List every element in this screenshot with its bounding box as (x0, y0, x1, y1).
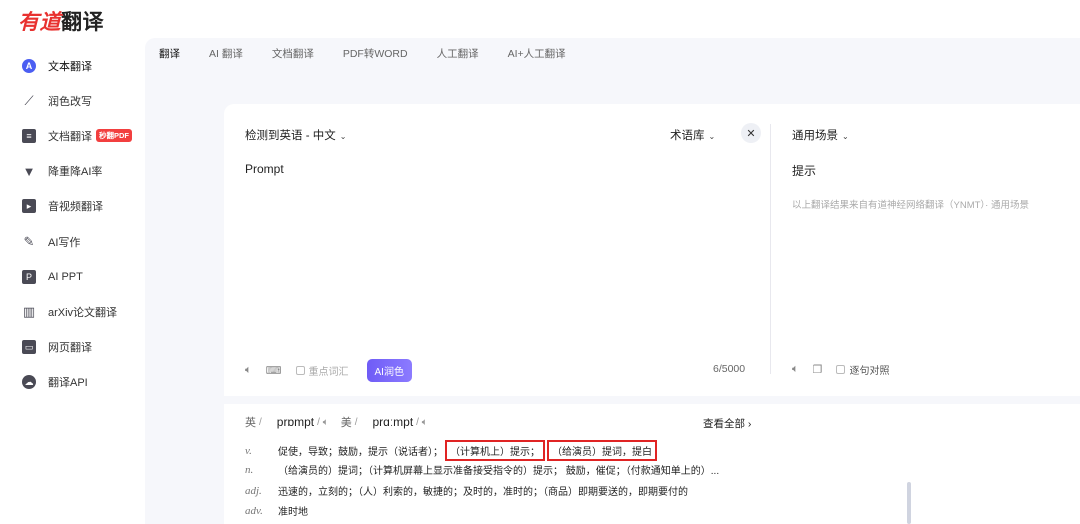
sidebar-item-text-translate[interactable]: A 文本翻译 (0, 48, 145, 83)
sidebar-item-arxiv[interactable]: ▥ arXiv论文翻译 (0, 294, 145, 329)
speaker-icon[interactable]: 🔈︎ (792, 363, 799, 376)
key-vocab-checkbox[interactable]: 重点词汇 (295, 363, 349, 378)
translation-output: 提示 (792, 164, 817, 178)
sidebar-item-label: 文本翻译 (48, 60, 92, 73)
uk-label: 英 (245, 417, 256, 429)
close-icon: ✕ (746, 127, 756, 140)
dictionary-scrollbar[interactable] (907, 482, 911, 524)
tab-pdf-to-word[interactable]: PDF转WORD (343, 46, 408, 61)
source-input[interactable]: Prompt (245, 162, 284, 176)
scene-label: 通用场景 (792, 130, 838, 142)
definition-row: adv. 准时地 (245, 503, 308, 519)
definition-text: 准时地 (278, 507, 308, 518)
pdf-badge: 秒翻PDF (96, 129, 132, 143)
a-circle-icon: A (22, 58, 36, 73)
tab-translate[interactable]: 翻译 (159, 46, 180, 61)
language-label: 检测到英语 - 中文 (245, 130, 336, 142)
translation-source-note: 以上翻译结果来自有道神经网络翻译（YNMT）· 通用场景 (792, 200, 1029, 211)
term-library-dropdown[interactable]: 术语库 ⌄ (670, 127, 715, 143)
definition-text: 迅速的，立刻的；（人）利索的，敏捷的；及时的，准时的；（商品）即期要送的，即期要… (278, 487, 688, 498)
chevron-down-icon: ⌄ (842, 132, 849, 141)
dictionary-panel: 英 / prɒmpt / 🔈︎ 美 / prɑːmpt / 🔈︎ 查看全部 › … (224, 404, 1080, 524)
sidebar-item-api[interactable]: ☁ 翻译API (0, 365, 145, 400)
copy-icon[interactable]: ❐ (813, 363, 823, 376)
sidebar-item-label: 音视频翻译 (48, 201, 103, 214)
checkbox-icon (295, 366, 305, 375)
sidebar-item-doc-translate[interactable]: ≡ 文档翻译 秒翻PDF (0, 118, 145, 153)
sidebar-item-label: 翻译API (48, 377, 88, 390)
webpage-icon: ▭ (22, 340, 36, 355)
app-logo[interactable]: 有道翻译 (18, 6, 104, 36)
tab-ai-translate[interactable]: AI 翻译 (209, 46, 243, 61)
part-of-speech: n. (245, 463, 254, 476)
sidebar-item-label: AI写作 (48, 236, 81, 249)
tab-doc-translate[interactable]: 文档翻译 (272, 46, 314, 61)
key-vocab-label: 重点词汇 (308, 367, 349, 378)
language-selector[interactable]: 检测到英语 - 中文 ⌄ (245, 127, 346, 143)
document-icon: ≡ (22, 128, 36, 143)
definition-row: v. 促使，导致；鼓励，提示（说话者）； （计算机上）提示； （给演员）提词，提… (245, 440, 657, 461)
us-label: 美 (340, 417, 352, 429)
top-tabs: 翻译 AI 翻译 文档翻译 PDF转WORD 人工翻译 AI+人工翻译 (159, 46, 595, 61)
part-of-speech: v. (245, 444, 252, 457)
main-panel: 翻译 AI 翻译 文档翻译 PDF转WORD 人工翻译 AI+人工翻译 检测到英… (145, 38, 1080, 524)
sidebar-item-ai-ppt[interactable]: P AI PPT (0, 259, 145, 294)
sidebar-item-label: AI PPT (48, 270, 83, 283)
us-phonetic: prɑːmpt (372, 415, 414, 429)
part-of-speech: adv. (245, 504, 263, 517)
sidebar-item-reduce-ai[interactable]: ▼ 降重降AI率 (0, 154, 145, 189)
see-all-link[interactable]: 查看全部 › (703, 416, 751, 431)
scene-dropdown[interactable]: 通用场景 ⌄ (792, 127, 849, 143)
uk-speaker-icon[interactable]: / 🔈︎ (317, 417, 329, 428)
sidebar-item-polish[interactable]: ⟋ 润色改写 (0, 83, 145, 118)
sentence-align-label: 逐句对照 (849, 366, 890, 377)
chevron-down-icon: ⌄ (339, 132, 347, 141)
sentence-align-checkbox[interactable]: 逐句对照 (836, 362, 889, 377)
sidebar-item-label: 网页翻译 (48, 342, 92, 355)
chevron-right-icon: › (747, 418, 752, 430)
chevron-down-icon: ⌄ (708, 132, 716, 141)
term-library-label: 术语库 (670, 130, 705, 142)
definition-row: n. （给演员的）提词；（计算机屏幕上显示准备接受指令的）提示； 鼓励，催促；（… (245, 462, 720, 478)
api-cloud-icon: ☁ (22, 375, 36, 390)
logo-brand: 有道 (18, 11, 61, 34)
definition-text: （给演员的）提词；（计算机屏幕上显示准备接受指令的）提示； 鼓励，催促；（付款通… (278, 466, 720, 477)
translate-card: 检测到英语 - 中文 ⌄ 术语库 ⌄ ✕ Prompt 🔈︎ ⌨︎ 重点词汇 AI润… (224, 104, 1080, 396)
pen-icon: ✎ (23, 233, 35, 249)
sidebar-item-video-translate[interactable]: ▸ 音视频翻译 (0, 189, 145, 224)
definition-text: 促使，导致；鼓励，提示（说话者）； (278, 447, 443, 458)
clear-button[interactable]: ✕ (741, 123, 761, 143)
uk-phonetic: prɒmpt (276, 415, 315, 429)
checkbox-icon (836, 365, 846, 374)
funnel-icon: ▼ (22, 163, 36, 179)
magic-wand-icon: ⟋ (24, 92, 34, 108)
sidebar-item-ai-writing[interactable]: ✎ AI写作 (0, 224, 145, 259)
tab-human-translate[interactable]: 人工翻译 (437, 46, 479, 61)
sidebar-item-label: 文档翻译 (48, 130, 92, 143)
source-toolbar: 🔈︎ ⌨︎ 重点词汇 AI润色 (245, 359, 412, 382)
keyboard-icon[interactable]: ⌨︎ (266, 364, 282, 377)
sidebar-item-webpage[interactable]: ▭ 网页翻译 (0, 330, 145, 365)
sidebar: A 文本翻译 ⟋ 润色改写 ≡ 文档翻译 秒翻PDF ▼ 降重降AI率 ▸ 音视… (0, 48, 145, 400)
phonetics: 英 / prɒmpt / 🔈︎ 美 / prɑːmpt / 🔈︎ (245, 415, 428, 429)
panel-divider (770, 124, 771, 374)
part-of-speech: adj. (245, 484, 262, 497)
us-speaker-icon[interactable]: / 🔈︎ (416, 417, 428, 428)
speaker-icon[interactable]: 🔈︎ (245, 364, 252, 377)
tab-ai-human-translate[interactable]: AI+人工翻译 (508, 46, 566, 61)
video-icon: ▸ (22, 199, 36, 214)
logo-product: 翻译 (61, 11, 104, 34)
definition-row: adj. 迅速的，立刻的；（人）利索的，敏捷的；及时的，准时的；（商品）即期要送… (245, 483, 688, 499)
char-count: 6/5000 (713, 363, 746, 375)
highlighted-definition: （给演员）提词，提白 (547, 440, 657, 461)
sidebar-item-label: arXiv论文翻译 (48, 306, 118, 319)
sidebar-item-label: 降重降AI率 (48, 166, 103, 179)
target-toolbar: 🔈︎ ❐ 逐句对照 (792, 362, 907, 377)
ai-polish-button[interactable]: AI润色 (366, 359, 412, 382)
ppt-icon: P (22, 269, 36, 284)
sidebar-item-label: 润色改写 (48, 95, 92, 108)
highlighted-definition: （计算机上）提示； (445, 440, 545, 461)
books-icon: ▥ (22, 303, 36, 319)
